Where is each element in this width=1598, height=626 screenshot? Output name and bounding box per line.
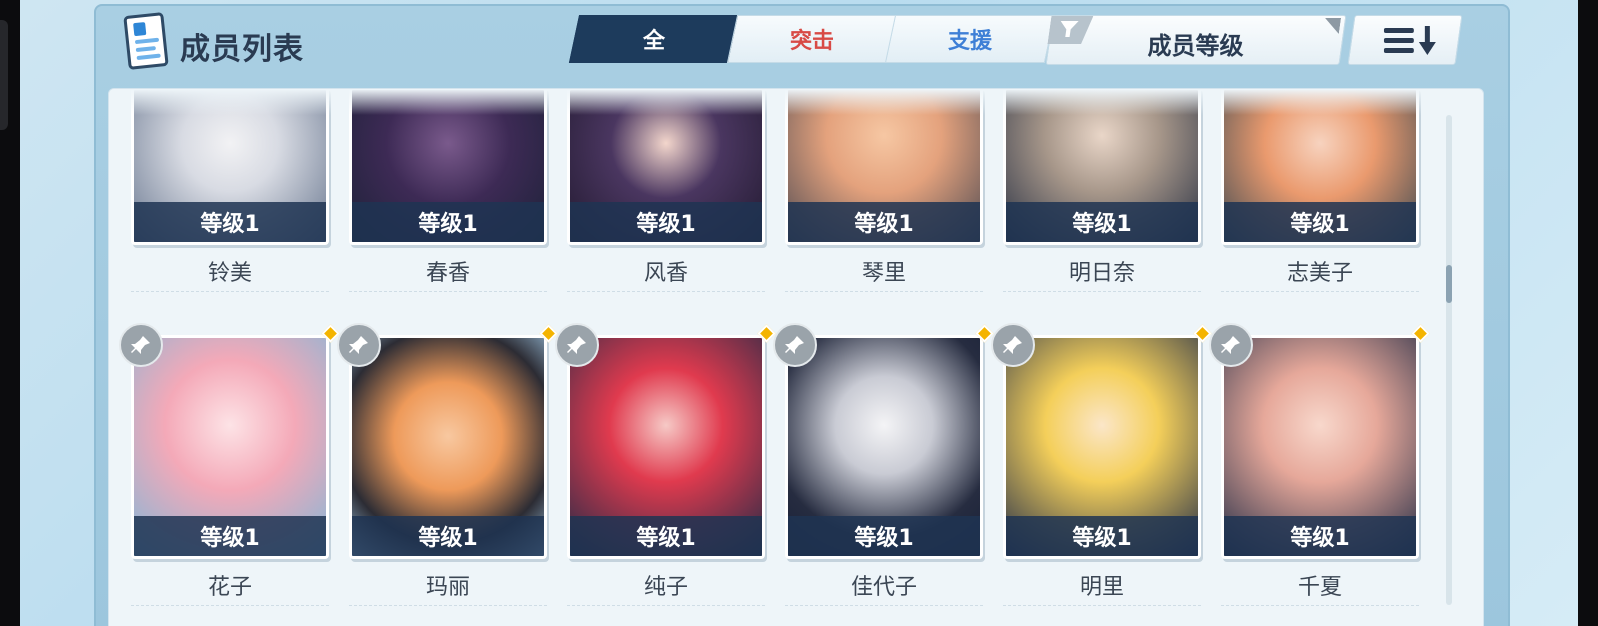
tab-striker-label: 突击	[789, 29, 834, 54]
level-label: 等级1	[788, 202, 980, 242]
tab-striker[interactable]: 突击	[726, 15, 898, 63]
member-name: 明里	[1079, 575, 1124, 600]
panel-header: 成员列表 全 突击 支援 成员等级	[96, 6, 1508, 84]
level-label: 等级1	[570, 202, 762, 242]
member-portrait-frame: 等级1	[131, 335, 329, 559]
member-portrait-frame: 等级1	[349, 335, 547, 559]
member-name: 铃美	[207, 261, 252, 286]
pin-icon[interactable]	[555, 323, 599, 367]
member-list-icon	[123, 12, 169, 70]
pin-icon[interactable]	[991, 323, 1035, 367]
sort-order-icon	[1383, 26, 1436, 55]
member-card[interactable]: 等级1 春香	[349, 89, 547, 292]
level-label: 等级1	[1006, 202, 1198, 242]
member-card[interactable]: 等级1 志美子	[1221, 89, 1419, 292]
pin-icon[interactable]	[119, 323, 163, 367]
member-name: 志美子	[1286, 261, 1353, 286]
member-list-panel: 成员列表 全 突击 支援 成员等级 等级1 铃美 等级1 春香 等级1 风香 等…	[94, 4, 1510, 626]
member-card[interactable]: 等级1 佳代子	[773, 323, 994, 606]
level-label: 等级1	[1224, 202, 1416, 242]
level-label: 等级1	[570, 516, 762, 556]
member-name: 佳代子	[850, 575, 917, 600]
member-name: 春香	[425, 261, 470, 286]
member-grid[interactable]: 等级1 铃美 等级1 春香 等级1 风香 等级1 琴里 等级1 明日奈 等级1 …	[108, 88, 1484, 626]
sort-label: 成员等级	[1147, 32, 1244, 60]
member-name: 千夏	[1297, 575, 1342, 600]
level-label: 等级1	[134, 202, 326, 242]
side-handle[interactable]	[0, 20, 8, 130]
member-card[interactable]: 等级1 纯子	[555, 323, 776, 606]
member-name: 风香	[643, 261, 688, 286]
tab-special-label: 支援	[947, 29, 992, 54]
member-portrait-frame: 等级1	[785, 335, 983, 559]
member-name: 纯子	[643, 575, 688, 600]
member-card[interactable]: 等级1 玛丽	[337, 323, 558, 606]
member-portrait-frame: 等级1	[567, 335, 765, 559]
member-card[interactable]: 等级1 琴里	[785, 89, 983, 292]
pin-icon[interactable]	[1209, 323, 1253, 367]
member-name: 花子	[207, 575, 252, 600]
sort-dropdown[interactable]: 成员等级	[1045, 15, 1347, 65]
member-name: 琴里	[861, 261, 906, 286]
member-portrait-frame: 等级1	[1003, 335, 1201, 559]
tab-all-label: 全	[642, 29, 665, 54]
level-label: 等级1	[134, 516, 326, 556]
filter-tabs: 全 突击 支援	[568, 15, 1056, 63]
level-label: 等级1	[788, 516, 980, 556]
level-label: 等级1	[352, 516, 544, 556]
member-card[interactable]: 等级1 风香	[567, 89, 765, 292]
level-label: 等级1	[1006, 516, 1198, 556]
pin-icon[interactable]	[773, 323, 817, 367]
member-portrait-frame: 等级1	[1221, 335, 1419, 559]
sort-order-button[interactable]	[1347, 15, 1463, 65]
tab-all[interactable]: 全	[568, 15, 740, 63]
page-title: 成员列表	[180, 32, 304, 67]
pin-icon[interactable]	[337, 323, 381, 367]
member-card[interactable]: 等级1 千夏	[1209, 323, 1430, 606]
member-card[interactable]: 等级1 花子	[119, 323, 340, 606]
member-name: 明日奈	[1068, 261, 1135, 286]
member-card[interactable]: 等级1 明里	[991, 323, 1212, 606]
tab-special[interactable]: 支援	[884, 15, 1056, 63]
member-name: 玛丽	[425, 575, 470, 600]
level-label: 等级1	[1224, 516, 1416, 556]
member-card[interactable]: 等级1 明日奈	[1003, 89, 1201, 292]
level-label: 等级1	[352, 202, 544, 242]
right-screen-edge	[1578, 0, 1598, 626]
member-card[interactable]: 等级1 铃美	[131, 89, 329, 292]
scrollbar-thumb[interactable]	[1446, 265, 1452, 303]
scrollbar[interactable]	[1446, 115, 1452, 605]
